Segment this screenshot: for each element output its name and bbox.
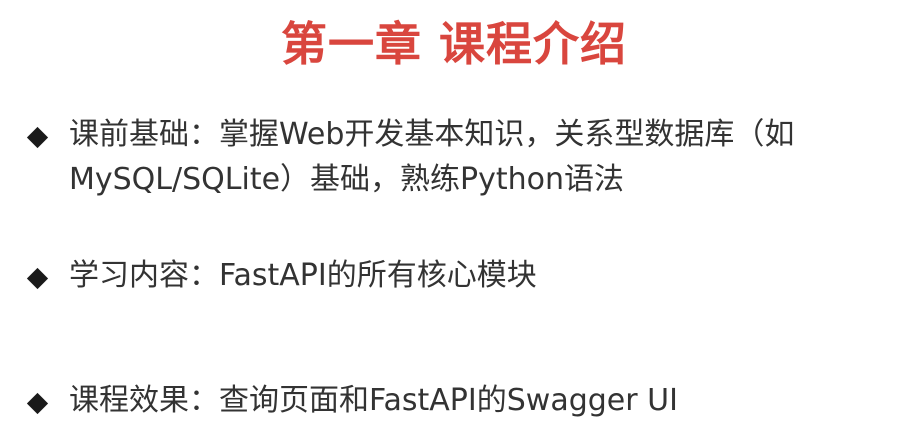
bullet-text-line: 学习内容：FastAPI的所有核心模块: [69, 258, 537, 293]
bullet-item-content: 学习内容：FastAPI的所有核心模块: [24, 253, 894, 298]
diamond-bullet-icon: [26, 392, 49, 415]
bullet-text: 课程效果：查询页面和FastAPI的Swagger UI: [69, 378, 678, 423]
bullet-text-line: 课前基础：掌握Web开发基本知识，关系型数据库（如: [69, 117, 795, 152]
bullet-text-line: MySQL/SQLite）基础，熟练Python语法: [69, 162, 625, 197]
slide: 第一章 课程介绍 课前基础：掌握Web开发基本知识，关系型数据库（如 MySQL…: [0, 0, 908, 441]
bullet-text: 课前基础：掌握Web开发基本知识，关系型数据库（如 MySQL/SQLite）基…: [69, 112, 794, 202]
diamond-bullet-icon: [26, 126, 49, 149]
bullet-text: 学习内容：FastAPI的所有核心模块: [69, 253, 537, 298]
diamond-bullet-icon: [26, 267, 49, 290]
bullet-text-line: 课程效果：查询页面和FastAPI的Swagger UI: [69, 383, 678, 418]
bullet-item-outcome: 课程效果：查询页面和FastAPI的Swagger UI: [24, 378, 894, 423]
bullet-item-prerequisites: 课前基础：掌握Web开发基本知识，关系型数据库（如 MySQL/SQLite）基…: [24, 112, 894, 202]
slide-title: 第一章 课程介绍: [280, 17, 627, 71]
